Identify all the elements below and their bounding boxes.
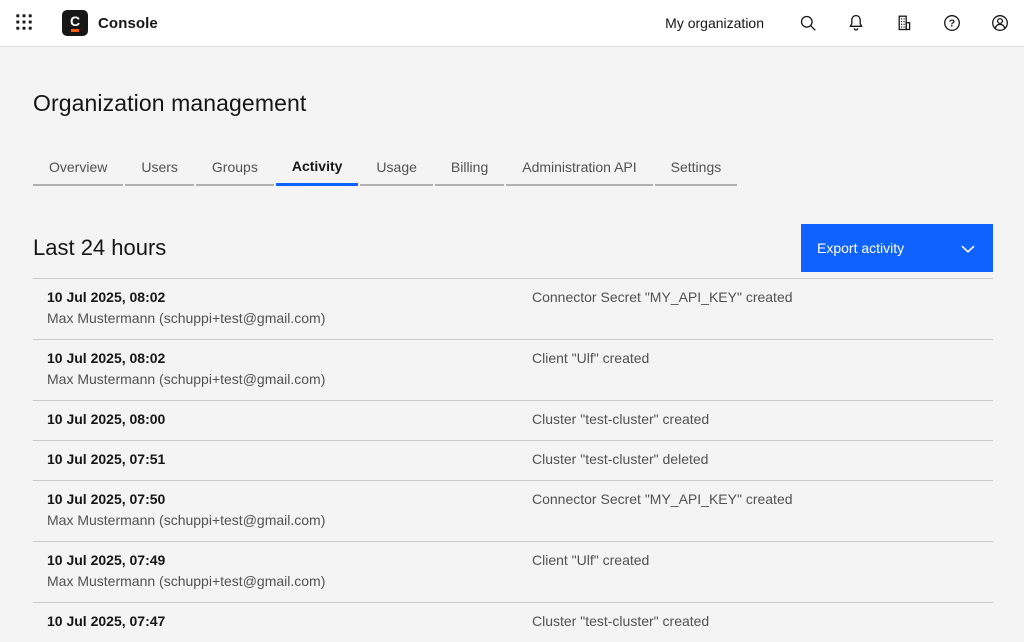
- main-content: Organization management Overview Users G…: [0, 47, 1024, 642]
- activity-list: 10 Jul 2025, 08:02 Max Mustermann (schup…: [33, 278, 993, 642]
- activity-event: Cluster "test-cluster" created: [532, 613, 710, 629]
- section-heading: Last 24 hours: [33, 235, 167, 260]
- page-title: Organization management: [33, 90, 307, 116]
- activity-timestamp: 10 Jul 2025, 07:51: [47, 451, 166, 467]
- activity-timestamp: 10 Jul 2025, 08:00: [47, 411, 166, 427]
- activity-event: Cluster "test-cluster" deleted: [532, 451, 709, 467]
- activity-event: Cluster "test-cluster" created: [532, 411, 710, 427]
- app-switcher-button[interactable]: [0, 0, 48, 46]
- user-avatar-icon: [990, 13, 1010, 33]
- activity-row: 10 Jul 2025, 07:47 Cluster "test-cluster…: [33, 602, 993, 642]
- profile-button[interactable]: [976, 0, 1024, 46]
- activity-user: Max Mustermann (schuppi+test@gmail.com): [47, 573, 326, 589]
- app-switcher-icon: [15, 13, 33, 34]
- tab-groups[interactable]: Groups: [195, 149, 274, 186]
- activity-user: Max Mustermann (schuppi+test@gmail.com): [47, 512, 326, 528]
- activity-timestamp: 10 Jul 2025, 08:02: [47, 289, 166, 305]
- app-name: Console: [98, 14, 158, 32]
- export-activity-button[interactable]: Export activity: [801, 224, 993, 272]
- camunda-logo: C: [62, 10, 88, 36]
- tab-usage[interactable]: Usage: [360, 149, 433, 186]
- search-button[interactable]: [784, 0, 832, 46]
- svg-text:?: ?: [949, 18, 955, 30]
- activity-row: 10 Jul 2025, 07:49 Max Mustermann (schup…: [33, 541, 993, 602]
- activity-row: 10 Jul 2025, 07:51 Cluster "test-cluster…: [33, 440, 993, 480]
- activity-user: Max Mustermann (schuppi+test@gmail.com): [47, 310, 326, 326]
- tab-bar: Overview Users Groups Activity Usage Bil…: [33, 149, 993, 186]
- tab-billing[interactable]: Billing: [434, 149, 505, 186]
- activity-row: 10 Jul 2025, 08:00 Cluster "test-cluster…: [33, 400, 993, 440]
- activity-timestamp: 10 Jul 2025, 07:47: [47, 613, 166, 629]
- search-icon: [798, 13, 818, 33]
- tab-users[interactable]: Users: [125, 149, 194, 186]
- activity-timestamp: 10 Jul 2025, 07:49: [47, 552, 166, 568]
- tab-administration-api[interactable]: Administration API: [506, 149, 653, 186]
- activity-section-header: Last 24 hours Export activity: [33, 224, 993, 272]
- export-activity-label: Export activity: [817, 240, 905, 256]
- tab-overview[interactable]: Overview: [33, 149, 124, 186]
- activity-event: Connector Secret "MY_API_KEY" created: [532, 289, 793, 305]
- top-header-bar: C Console My organization ?: [0, 0, 1024, 47]
- organization-name[interactable]: My organization: [665, 15, 764, 31]
- notifications-button[interactable]: [832, 0, 880, 46]
- activity-row: 10 Jul 2025, 07:50 Max Mustermann (schup…: [33, 480, 993, 541]
- header-actions: My organization ?: [665, 0, 1024, 46]
- activity-event: Client "Ulf" created: [532, 350, 650, 366]
- bell-icon: [846, 13, 866, 33]
- activity-user: Max Mustermann (schuppi+test@gmail.com): [47, 371, 326, 387]
- tab-activity[interactable]: Activity: [275, 149, 359, 186]
- activity-timestamp: 10 Jul 2025, 07:50: [47, 491, 166, 507]
- help-button[interactable]: ?: [928, 0, 976, 46]
- help-icon: ?: [942, 13, 962, 33]
- organizations-button[interactable]: [880, 0, 928, 46]
- chevron-down-icon: [961, 240, 975, 256]
- activity-row: 10 Jul 2025, 08:02 Max Mustermann (schup…: [33, 339, 993, 400]
- building-icon: [894, 13, 914, 33]
- camunda-logo-orange-bar: [71, 28, 79, 32]
- activity-event: Connector Secret "MY_API_KEY" created: [532, 491, 793, 507]
- activity-row: 10 Jul 2025, 08:02 Max Mustermann (schup…: [33, 278, 993, 339]
- activity-timestamp: 10 Jul 2025, 08:02: [47, 350, 166, 366]
- activity-event: Client "Ulf" created: [532, 552, 650, 568]
- camunda-logo-letter: C: [69, 12, 81, 29]
- tab-settings[interactable]: Settings: [654, 149, 738, 186]
